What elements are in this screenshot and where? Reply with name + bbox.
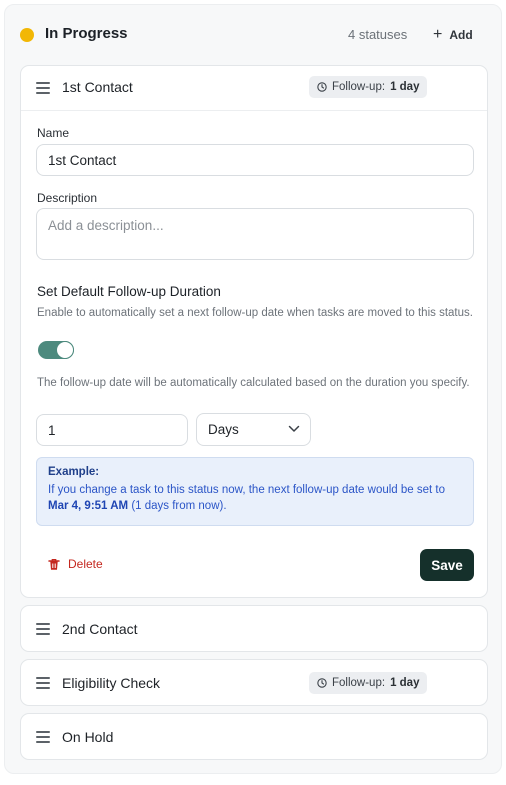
status-card[interactable]: 2nd Contact bbox=[20, 605, 488, 652]
badge-value: 1 day bbox=[390, 81, 420, 93]
divider bbox=[21, 110, 487, 111]
drag-handle-icon[interactable] bbox=[36, 82, 50, 94]
name-input[interactable]: 1st Contact bbox=[36, 144, 474, 176]
example-text-before: If you change a task to this status now,… bbox=[48, 484, 445, 496]
delete-label: Delete bbox=[68, 557, 103, 571]
card-title: 2nd Contact bbox=[62, 621, 138, 637]
duration-value: 1 bbox=[48, 422, 56, 438]
clock-icon bbox=[317, 82, 327, 92]
unit-selected: Days bbox=[208, 422, 239, 437]
description-placeholder: Add a description... bbox=[48, 218, 164, 233]
badge-prefix: Follow-up: bbox=[332, 677, 386, 689]
card-header[interactable]: 1st Contact Follow-up: 1 day bbox=[21, 66, 487, 110]
example-title: Example: bbox=[48, 466, 100, 478]
name-label: Name bbox=[37, 126, 70, 140]
followup-toggle[interactable] bbox=[38, 341, 74, 359]
status-card[interactable]: On Hold bbox=[20, 713, 488, 760]
toggle-knob bbox=[56, 341, 74, 359]
save-button[interactable]: Save bbox=[420, 549, 474, 581]
chevron-down-icon bbox=[288, 425, 300, 432]
group-title: In Progress bbox=[45, 25, 128, 42]
followup-help-text: Enable to automatically set a next follo… bbox=[37, 307, 473, 319]
card-title: 1st Contact bbox=[62, 79, 133, 95]
followup-section-title: Set Default Follow-up Duration bbox=[37, 284, 221, 299]
add-status-button[interactable]: + Add bbox=[433, 25, 473, 45]
status-count: 4 statuses bbox=[348, 27, 408, 42]
clock-icon bbox=[317, 678, 327, 688]
group-header: In Progress 4 statuses + Add bbox=[5, 5, 501, 65]
card-title: On Hold bbox=[62, 729, 114, 745]
description-label: Description bbox=[37, 191, 98, 205]
drag-handle-icon[interactable] bbox=[36, 731, 50, 743]
plus-icon: + bbox=[433, 26, 443, 43]
badge-prefix: Follow-up: bbox=[332, 81, 386, 93]
trash-icon bbox=[48, 558, 60, 570]
example-callout: Example: If you change a task to this st… bbox=[36, 457, 474, 526]
status-card-expanded: 1st Contact Follow-up: 1 day Name 1st Co… bbox=[20, 65, 488, 598]
drag-handle-icon[interactable] bbox=[36, 623, 50, 635]
followup-badge: Follow-up: 1 day bbox=[309, 76, 428, 98]
status-group-panel: In Progress 4 statuses + Add 1st Contact… bbox=[4, 4, 502, 774]
example-date: Mar 4, 9:51 AM bbox=[48, 500, 129, 512]
status-color-dot bbox=[20, 28, 34, 42]
calc-help-text: The follow-up date will be automatically… bbox=[37, 377, 470, 389]
unit-select[interactable]: Days bbox=[196, 413, 311, 446]
example-text: If you change a task to this status now,… bbox=[48, 482, 462, 514]
name-input-value: 1st Contact bbox=[48, 152, 117, 168]
drag-handle-icon[interactable] bbox=[36, 677, 50, 689]
followup-badge: Follow-up: 1 day bbox=[309, 672, 428, 694]
status-card[interactable]: Eligibility Check Follow-up: 1 day bbox=[20, 659, 488, 706]
delete-button[interactable]: Delete bbox=[48, 557, 103, 571]
add-label: Add bbox=[449, 28, 473, 42]
duration-input[interactable]: 1 bbox=[36, 414, 188, 446]
card-title: Eligibility Check bbox=[62, 675, 161, 691]
description-textarea[interactable]: Add a description... bbox=[36, 208, 474, 260]
example-text-after: (1 days from now). bbox=[131, 500, 227, 512]
badge-value: 1 day bbox=[390, 677, 420, 689]
